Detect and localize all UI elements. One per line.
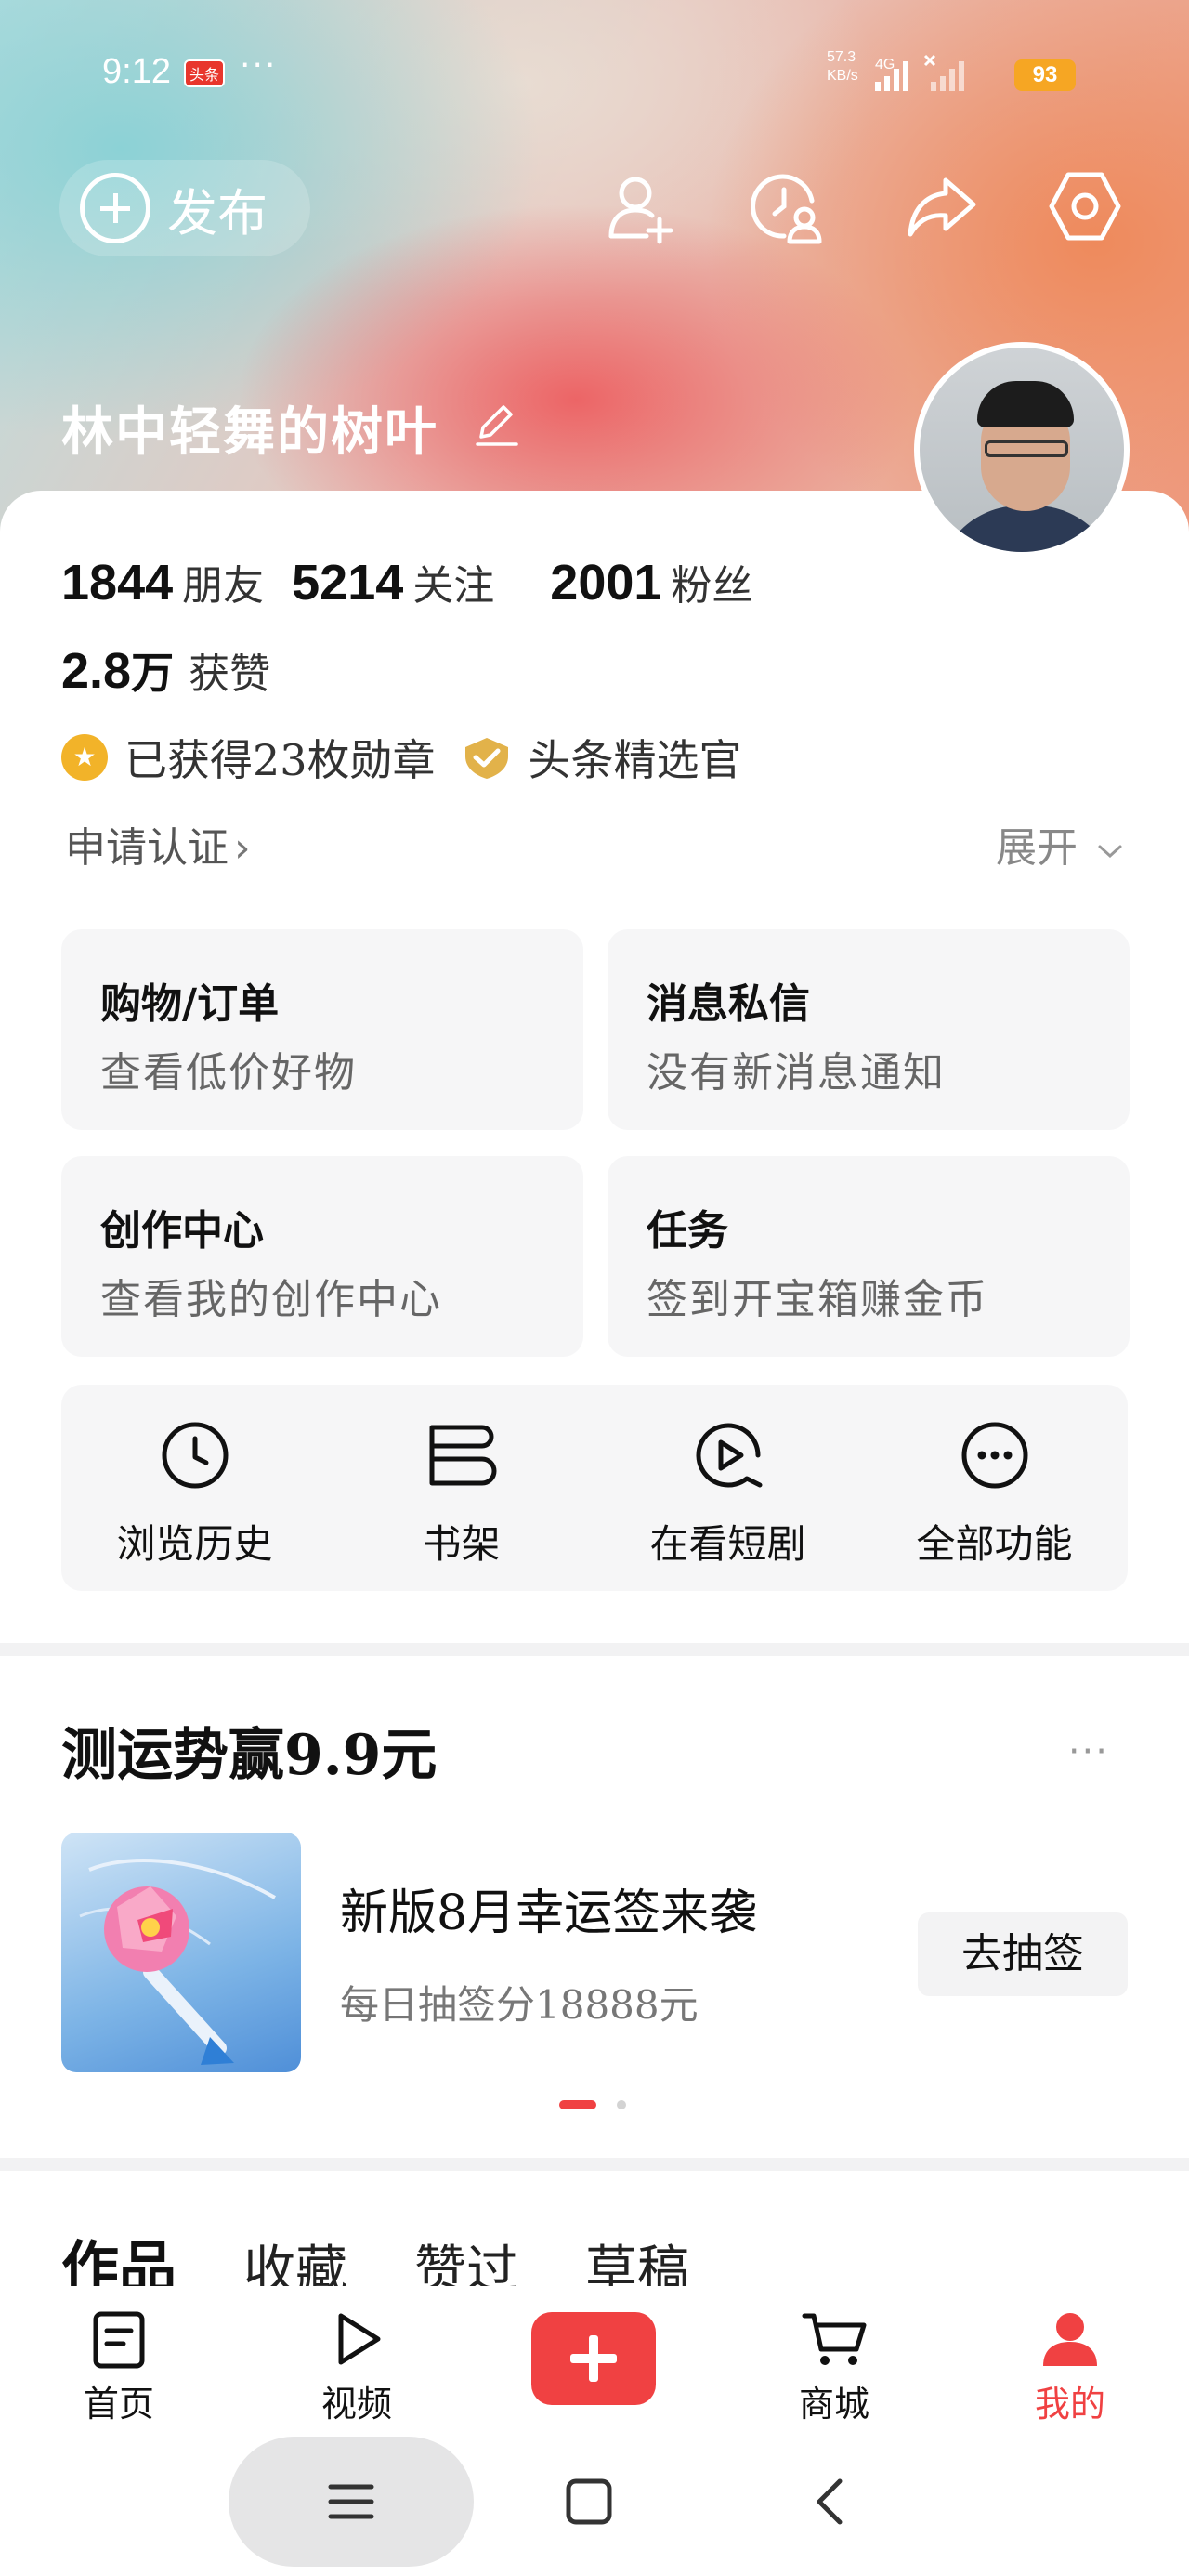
nav-video[interactable]: 视频 [273,2308,440,2426]
home-square-icon[interactable] [563,2476,615,2528]
nav-mall[interactable]: 商城 [751,2308,918,2426]
avatar[interactable] [914,342,1130,558]
quick-label: 全部功能 [916,1521,1073,1567]
publish-label: 发布 [167,183,268,243]
selected-text: 头条精选官 [528,735,742,785]
bookshelf-icon [429,1425,496,1486]
system-navigation-bar [0,2425,1189,2576]
tile-creator-center[interactable]: 创作中心 查看我的创作中心 [61,1156,583,1357]
medal-icon [61,734,108,781]
carousel-dot-active[interactable] [559,2100,596,2109]
fans-count: 2001 [550,555,662,611]
selected-check-icon [464,738,508,779]
apply-verification-label: 申请认证 [65,824,229,872]
quick-label: 浏览历史 [116,1521,273,1567]
section-divider [0,1643,1189,1656]
tile-title: 消息私信 [647,980,810,1028]
tile-tasks[interactable]: 任务 签到开宝箱赚金币 [608,1156,1130,1357]
network-speed-unit: KB/s [827,68,858,84]
badges-row[interactable]: 已获得23枚勋章 头条精选官 [61,727,742,788]
promo-title: 测运势赢9.9元 [61,1723,438,1788]
app-notification-icon: 头条 [184,59,225,87]
fans-label: 粉丝 [671,562,753,610]
tile-subtitle: 没有新消息通知 [647,1049,946,1097]
expand-label: 展开 [996,824,1078,872]
settings-icon[interactable] [1046,167,1124,245]
share-icon[interactable] [903,167,981,245]
menu-icon [328,2484,374,2519]
network-speed-value: 57.3 [827,49,856,65]
nav-label: 商城 [798,2384,869,2425]
person-icon [1043,2313,1097,2366]
more-options-icon[interactable]: ··· [1068,1730,1109,1773]
nav-home[interactable]: 首页 [35,2308,203,2426]
menu-button[interactable] [229,2437,474,2567]
fortune-charm-image[interactable] [61,1833,301,2072]
following-label: 关注 [412,562,495,610]
friends-stat[interactable]: 1844 朋友 [61,552,264,611]
likes-count: 2.8 [61,643,132,699]
likes-label: 获赞 [189,651,271,698]
plus-circle-icon [80,173,150,243]
section-divider [0,2158,1189,2171]
cart-icon [802,2313,867,2365]
nav-label: 首页 [83,2384,154,2425]
profile-stats: 1844 朋友 5214 关注 2001 粉丝 [61,552,780,611]
tile-subtitle: 查看我的创作中心 [100,1276,442,1323]
quick-actions: 浏览历史 书架 在看短剧 全部功能 [61,1385,1128,1591]
quick-short-drama[interactable]: 在看短剧 [594,1418,861,1570]
play-icon [338,2313,381,2365]
tile-shopping-orders[interactable]: 购物/订单 查看低价好物 [61,929,583,1130]
following-count: 5214 [292,555,404,611]
clock-icon [162,1422,228,1489]
nav-label: 我的 [1034,2384,1105,2425]
status-time: 9:12 [102,52,171,91]
likes-stat[interactable]: 2.8 万 获赞 [61,639,270,701]
draw-lot-button[interactable]: 去抽签 [918,1912,1128,1996]
battery-indicator: 93 [1014,59,1076,91]
play-circle-icon [696,1423,762,1488]
quick-all-features[interactable]: 全部功能 [861,1418,1128,1570]
status-more: ··· [240,46,278,85]
chevron-right-icon: › [234,824,251,872]
medals-text: 已获得23枚勋章 [124,735,436,785]
friends-label: 朋友 [182,562,265,610]
apply-verification-link[interactable]: 申请认证 › [65,814,251,874]
nav-me[interactable]: 我的 [986,2308,1154,2426]
quick-label: 在看短剧 [649,1521,806,1567]
signal-icon: 4G [875,54,964,91]
lucky-charm-icon [79,1859,276,2065]
promo-subtitle: 每日抽签分18888元 [340,1982,699,2028]
publish-button[interactable]: 发布 [59,160,310,256]
expand-toggle[interactable]: 展开 [996,814,1126,874]
promo-headline: 新版8月幸运签来袭 [340,1886,758,1941]
quick-label: 书架 [422,1521,501,1567]
tile-subtitle: 查看低价好物 [100,1049,357,1097]
username: 林中轻舞的树叶 [61,401,438,463]
tile-subtitle: 签到开宝箱赚金币 [647,1276,988,1323]
tile-title: 任务 [647,1207,728,1255]
quick-history[interactable]: 浏览历史 [61,1418,328,1570]
quick-bookshelf[interactable]: 书架 [328,1418,594,1570]
edit-pencil-icon[interactable] [470,398,522,450]
network-type: 4G [875,57,895,72]
friends-count: 1844 [61,555,174,611]
tile-title: 购物/订单 [100,980,280,1028]
back-icon[interactable] [804,2476,856,2528]
likes-unit: 万 [131,648,175,698]
following-stat[interactable]: 5214 关注 [292,552,494,611]
carousel-dot[interactable] [617,2100,626,2109]
network-speed: 57.3 KB/s [827,48,858,85]
create-plus-button[interactable] [531,2312,656,2405]
tile-title: 创作中心 [100,1207,264,1255]
visitor-history-icon[interactable] [747,167,825,245]
chevron-down-icon [1098,845,1122,858]
fans-stat[interactable]: 2001 粉丝 [550,552,752,611]
status-bar: 9:12 头条 ··· 57.3 KB/s 4G 93 [0,46,1189,102]
add-friend-icon[interactable] [604,167,682,245]
home-doc-icon [93,2311,145,2369]
more-circle-icon [961,1422,1027,1489]
nav-label: 视频 [320,2384,392,2425]
tile-messages[interactable]: 消息私信 没有新消息通知 [608,929,1130,1130]
